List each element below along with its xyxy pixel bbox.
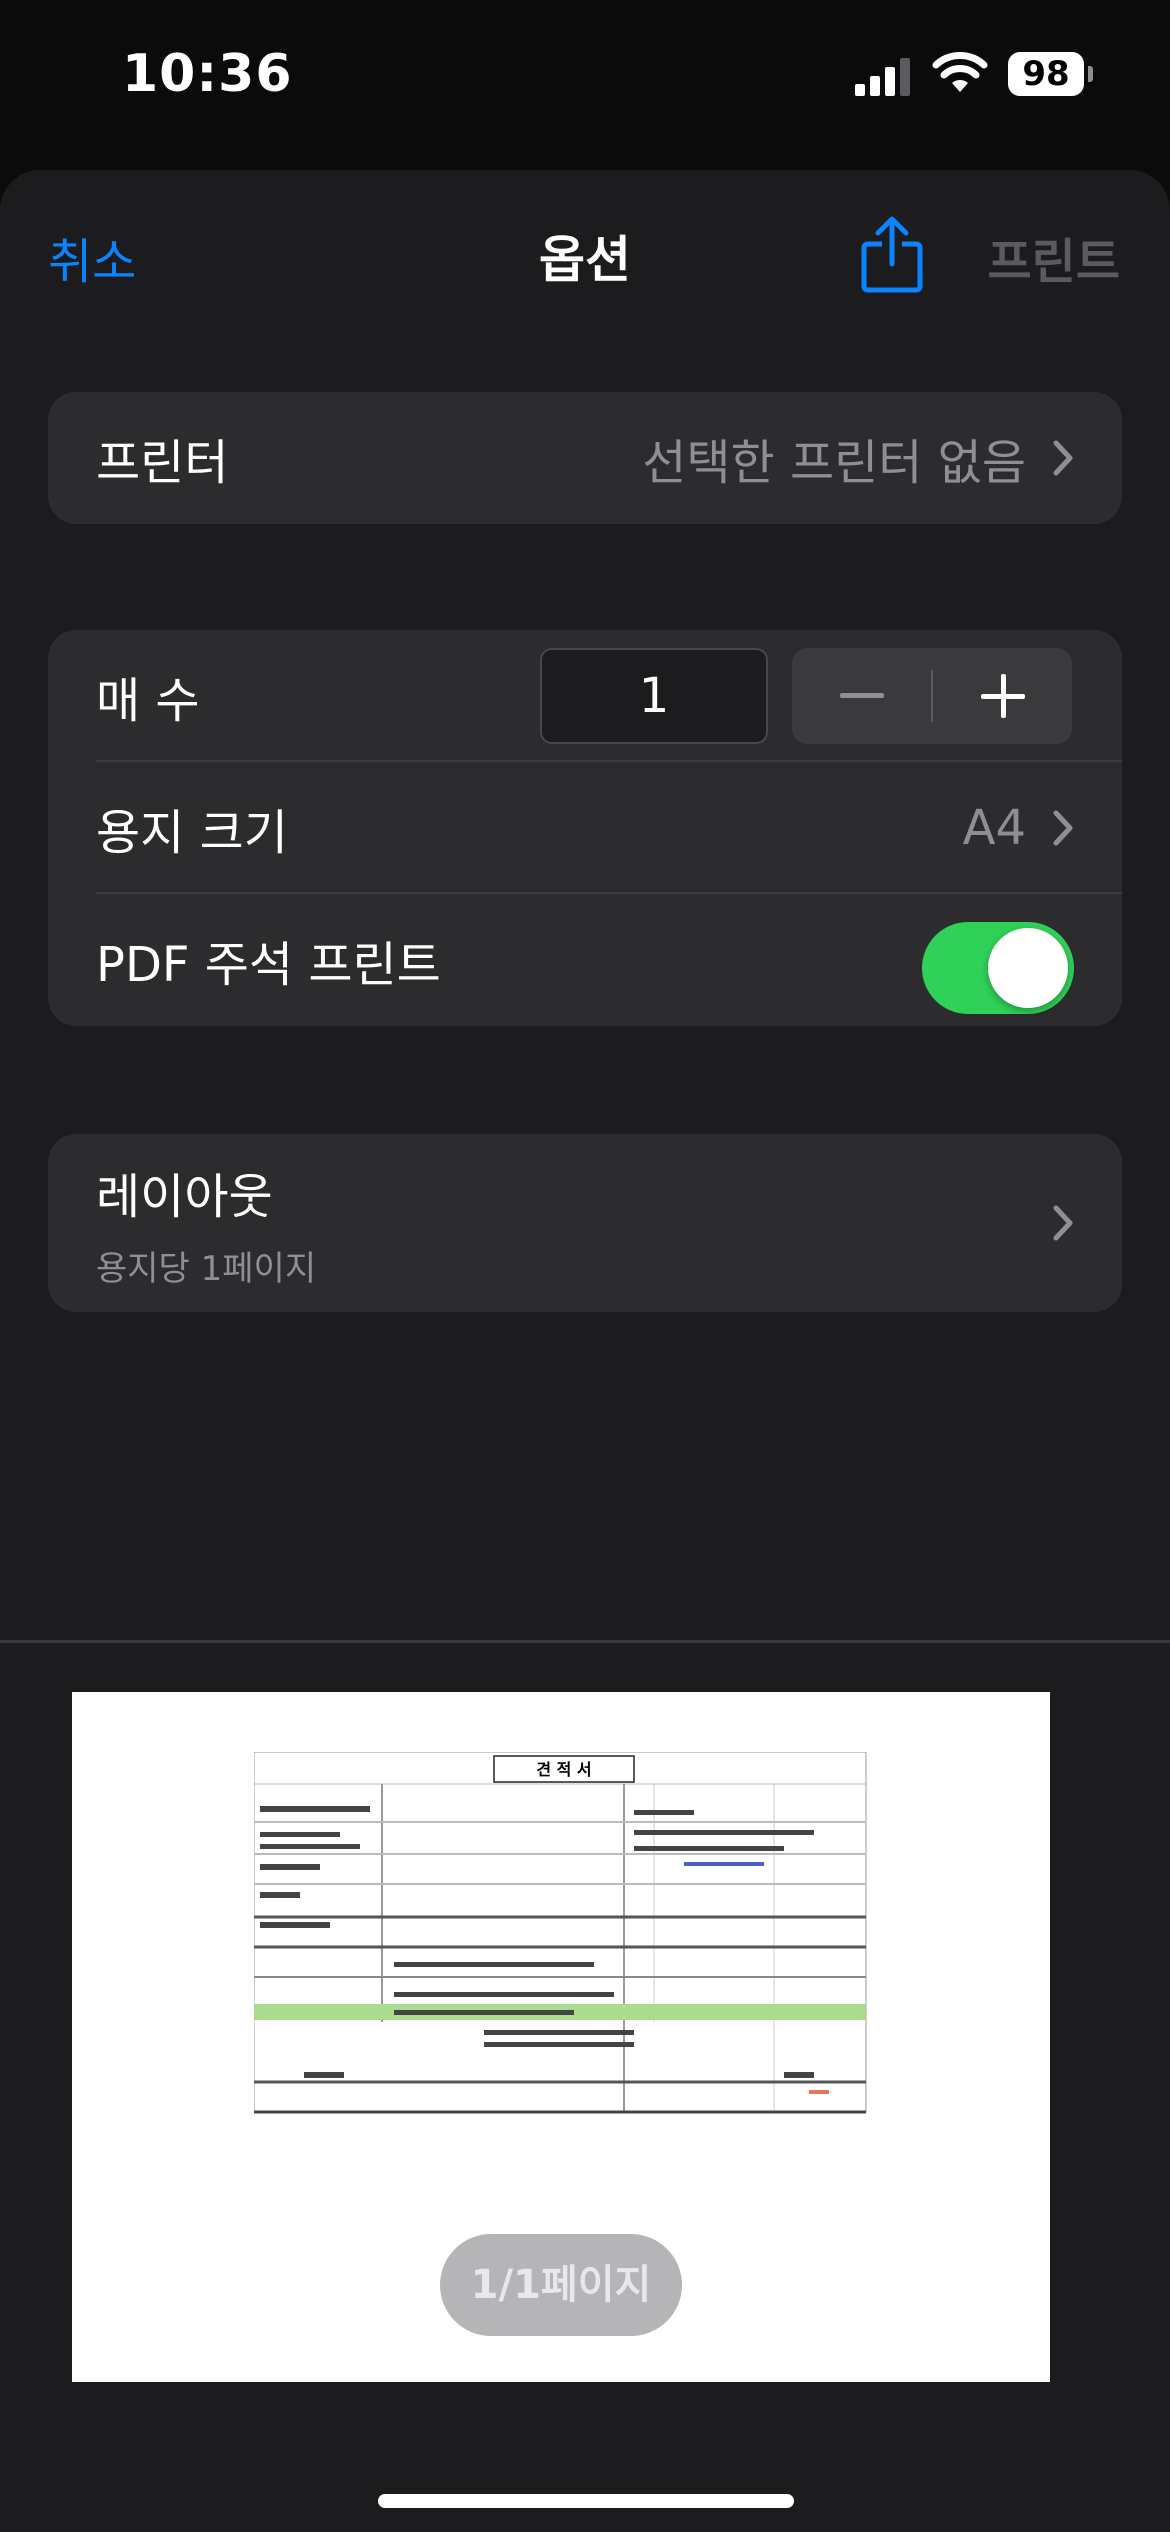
plus-icon [980, 674, 1025, 718]
minus-icon [839, 693, 884, 698]
paper-size-label: 용지 크기 [96, 805, 288, 861]
printer-label: 프린터 [96, 435, 229, 491]
wifi-icon [932, 52, 988, 92]
preview-divider [0, 1640, 1170, 1643]
increment-button[interactable] [933, 648, 1072, 744]
pdf-annotations-toggle[interactable] [922, 922, 1074, 1014]
status-time: 10:36 [122, 44, 293, 104]
status-bar: 10:36 98 [0, 0, 1170, 150]
layout-row[interactable]: 레이아웃 용지당 1페이지 [48, 1134, 1122, 1312]
battery-icon: 98 [1008, 52, 1093, 96]
nav-bar: 취소 옵션 프린트 [0, 170, 1170, 340]
share-button[interactable] [858, 214, 926, 294]
paper-size-value: A4 [962, 800, 1026, 856]
printer-value: 선택한 프린터 없음 [642, 435, 1026, 491]
document-title: 견 적 서 [536, 1760, 591, 1779]
cancel-button[interactable]: 취소 [48, 222, 136, 292]
printer-group: 프린터 선택한 프린터 없음 [48, 392, 1122, 524]
pdf-annotations-row: PDF 주석 프린트 [48, 894, 1122, 1026]
paper-size-row[interactable]: 용지 크기 A4 [48, 762, 1122, 894]
layout-subtitle: 용지당 1페이지 [96, 1248, 317, 1289]
signal-icon [855, 58, 910, 96]
print-button[interactable]: 프린트 [988, 222, 1120, 292]
copies-input[interactable]: 1 [540, 648, 768, 744]
page-indicator: 1/1페이지 [440, 2234, 682, 2336]
chevron-right-icon [1053, 810, 1073, 846]
print-options-sheet: 취소 옵션 프린트 프린터 선택한 프린터 없음 매 수 1 용지 크기 A4 … [0, 170, 1170, 2532]
print-settings-group: 매 수 1 용지 크기 A4 PDF 주석 프린트 [48, 630, 1122, 1026]
share-icon [861, 216, 923, 293]
layout-group: 레이아웃 용지당 1페이지 [48, 1134, 1122, 1312]
printer-row[interactable]: 프린터 선택한 프린터 없음 [48, 392, 1122, 524]
decrement-button[interactable] [792, 648, 931, 744]
home-indicator[interactable] [378, 2494, 794, 2508]
document-thumbnail: 견 적 서 [254, 1752, 867, 2114]
copies-row: 매 수 1 [48, 630, 1122, 762]
copies-stepper [792, 648, 1072, 744]
print-preview-page[interactable]: 견 적 서 1/1페이지 [72, 1692, 1050, 2382]
chevron-right-icon [1053, 1205, 1073, 1241]
battery-level: 98 [1008, 52, 1084, 96]
layout-title: 레이아웃 [96, 1168, 273, 1225]
chevron-right-icon [1053, 440, 1073, 476]
toggle-knob [988, 928, 1068, 1008]
